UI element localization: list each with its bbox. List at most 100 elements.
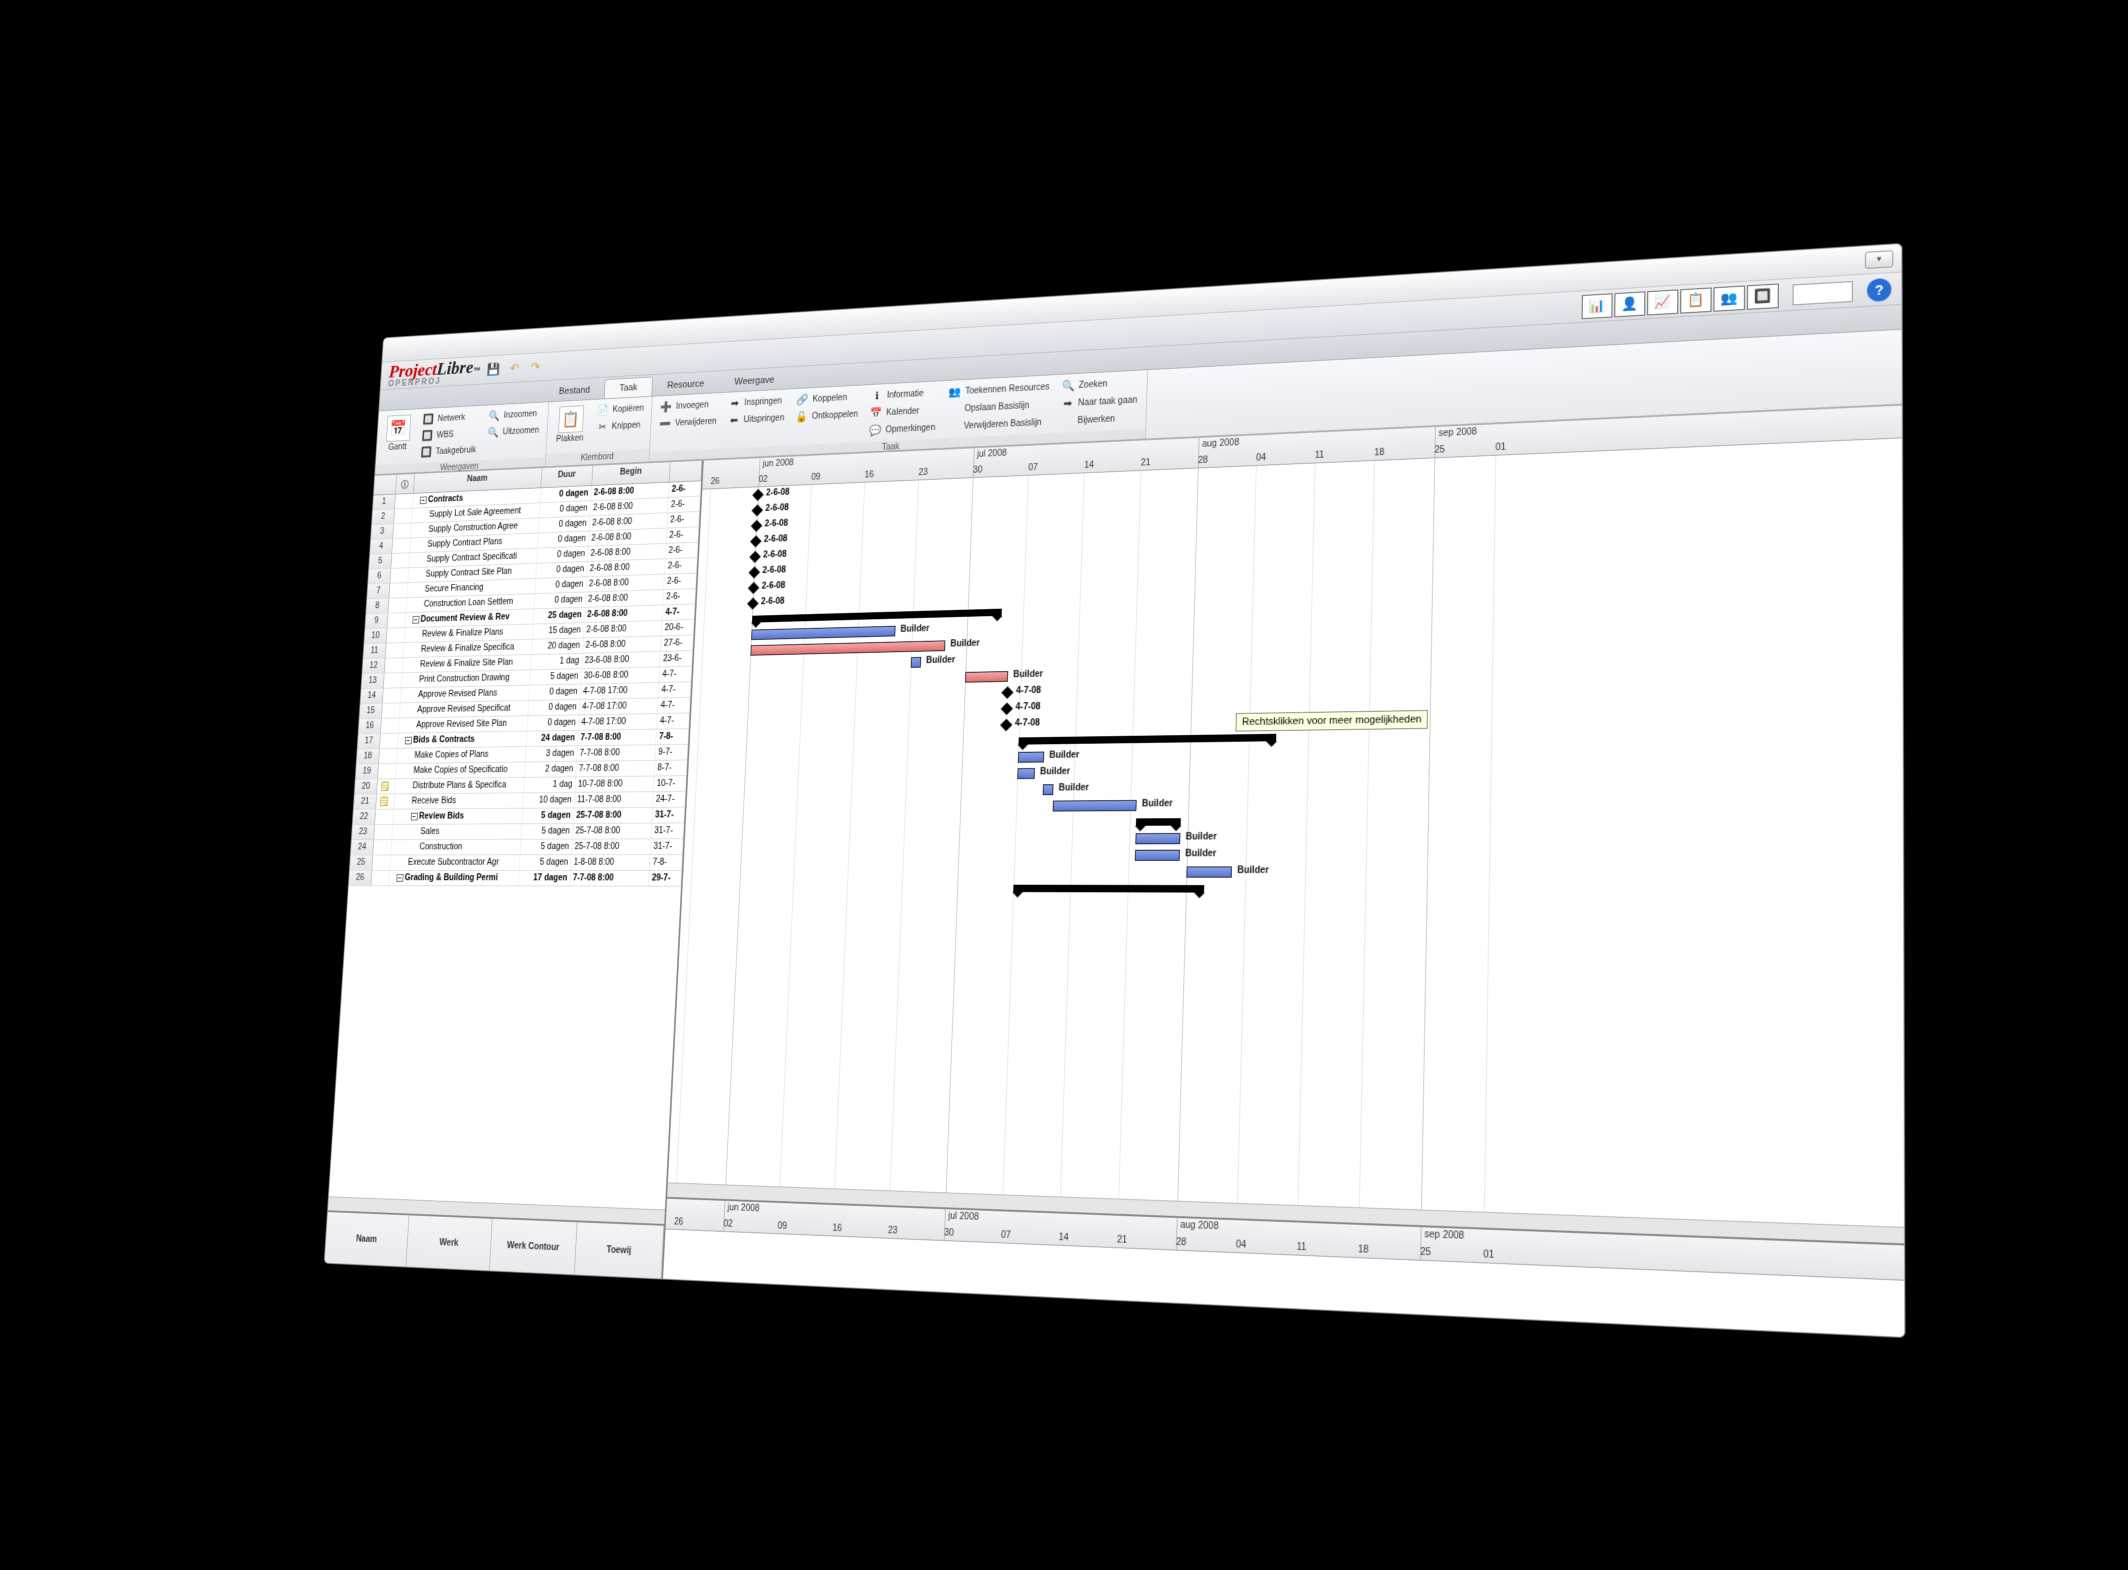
task-row[interactable]: 26−Grading & Building Permi17 dagen7-7-0… bbox=[349, 871, 682, 887]
milestone-label: 2-6-08 bbox=[764, 534, 788, 544]
ribbon-taakgebruik-button[interactable]: 🔲Taakgebruik bbox=[419, 442, 478, 460]
summary-bar[interactable] bbox=[752, 609, 1002, 623]
view-button-4[interactable]: 👥 bbox=[1713, 285, 1745, 311]
milestone-icon[interactable] bbox=[747, 597, 758, 609]
search-box[interactable] bbox=[1793, 281, 1853, 305]
ribbon-uitzoomen-button[interactable]: 🔍Uitzoomen bbox=[486, 423, 541, 441]
summary-bar[interactable] bbox=[1136, 818, 1181, 826]
ribbon-netwerk-button[interactable]: 🔲Netwerk bbox=[421, 409, 480, 427]
detail-col-toewij[interactable]: Toewij bbox=[575, 1222, 664, 1278]
task-bar[interactable] bbox=[750, 640, 945, 655]
milestone-icon[interactable] bbox=[749, 566, 760, 578]
ribbon-wbs-button[interactable]: 🔲WBS bbox=[420, 426, 479, 444]
view-button-2[interactable]: 📈 bbox=[1647, 289, 1678, 315]
save-icon[interactable]: 💾 bbox=[485, 361, 501, 378]
task-bar[interactable] bbox=[1053, 800, 1137, 812]
grid-body[interactable]: 1−Contracts0 dagen2-6-08 8:002-6-2Supply… bbox=[329, 481, 701, 1209]
outline-toggle-icon[interactable]: − bbox=[396, 874, 403, 882]
redo-icon[interactable]: ↷ bbox=[528, 358, 544, 375]
task-bar[interactable] bbox=[965, 671, 1008, 683]
ribbon-verwijderen-basislijn-button[interactable]: Verwijderen Basislijn bbox=[945, 414, 1050, 435]
bar-label: Builder bbox=[950, 639, 980, 650]
view-button-5[interactable]: 🔲 bbox=[1747, 283, 1779, 309]
view-button-0[interactable]: 📊 bbox=[1582, 293, 1613, 319]
ribbon-informatie-button[interactable]: ℹInformatie bbox=[868, 385, 938, 404]
view-button-3[interactable]: 📋 bbox=[1680, 287, 1711, 313]
task-bar[interactable] bbox=[911, 657, 922, 668]
bar-label: Builder bbox=[900, 624, 929, 634]
outline-toggle-icon[interactable]: − bbox=[412, 616, 419, 624]
view-button-1[interactable]: 👤 bbox=[1614, 291, 1645, 317]
day-tick: 26 bbox=[674, 1217, 684, 1227]
col-end[interactable] bbox=[670, 461, 703, 482]
task-bar[interactable] bbox=[751, 626, 895, 640]
ribbon-bijwerken-button[interactable]: Bijwerken bbox=[1058, 410, 1139, 430]
ribbon-knippen-button[interactable]: ✂Knippen bbox=[594, 417, 645, 435]
col-info[interactable]: ⓘ bbox=[396, 474, 415, 494]
day-tick: 30 bbox=[944, 1228, 954, 1239]
day-tick: 16 bbox=[832, 1223, 842, 1234]
ribbon-kopiëren-button[interactable]: 📄Kopiëren bbox=[595, 400, 646, 418]
milestone-icon[interactable] bbox=[752, 504, 763, 516]
help-button[interactable]: ? bbox=[1867, 277, 1891, 301]
task-row[interactable]: 24Construction5 dagen25-7-08 8:0031-7- bbox=[351, 839, 684, 855]
milestone-icon[interactable] bbox=[751, 520, 762, 532]
summary-bar[interactable] bbox=[1013, 885, 1204, 893]
day-tick: 07 bbox=[1028, 463, 1038, 473]
ribbon-verwijderen-button[interactable]: ➖Verwijderen bbox=[657, 413, 718, 431]
ribbon-gantt-button[interactable]: 📅Gantt bbox=[382, 413, 414, 455]
ribbon-inspringen-button[interactable]: ➡Inspringen bbox=[727, 393, 788, 411]
detail-col-werk contour[interactable]: Werk Contour bbox=[490, 1219, 578, 1275]
col-rownum[interactable] bbox=[374, 475, 397, 495]
detail-col-werk[interactable]: Werk bbox=[406, 1215, 492, 1270]
task-bar[interactable] bbox=[1043, 784, 1054, 795]
task-bar[interactable] bbox=[1135, 850, 1180, 861]
ribbon-zoeken-button[interactable]: 🔍Zoeken bbox=[1059, 374, 1139, 394]
milestone-label: 2-6-08 bbox=[762, 565, 786, 575]
undo-icon[interactable]: ↶ bbox=[506, 360, 522, 377]
window-menu-dropdown[interactable] bbox=[1865, 250, 1893, 269]
milestone-icon[interactable] bbox=[750, 535, 761, 547]
task-bar[interactable] bbox=[1186, 866, 1232, 877]
main-window: ProjectLibre™ OPENPROJ 💾 ↶ ↷ 📊👤📈📋👥🔲 ? Be… bbox=[324, 243, 1906, 1338]
milestone-label: 2-6-08 bbox=[765, 503, 789, 513]
ribbon-opmerkingen-button[interactable]: 💬Opmerkingen bbox=[867, 420, 937, 439]
task-bar[interactable] bbox=[1017, 768, 1035, 779]
milestone-icon[interactable] bbox=[749, 551, 760, 563]
outline-toggle-icon[interactable]: − bbox=[410, 813, 417, 821]
task-row[interactable]: 22−Review Bids5 dagen25-7-08 8:0031-7- bbox=[353, 808, 685, 825]
gantt-body[interactable]: Rechtsklikken voor meer mogelijkheden 2-… bbox=[668, 438, 1904, 1226]
menu-tab-resource[interactable]: Resource bbox=[652, 373, 720, 396]
ribbon-ontkoppelen-button[interactable]: 🔓Ontkoppelen bbox=[794, 406, 860, 425]
detail-col-naam[interactable]: Naam bbox=[325, 1212, 410, 1267]
milestone-icon[interactable] bbox=[748, 582, 759, 594]
col-begin[interactable]: Begin bbox=[592, 462, 671, 485]
outline-toggle-icon[interactable]: − bbox=[405, 737, 412, 745]
milestone-icon[interactable] bbox=[752, 489, 763, 501]
menu-tab-bestand[interactable]: Bestand bbox=[544, 379, 605, 401]
task-row[interactable]: 25Execute Subcontractor Agr5 dagen1-8-08… bbox=[350, 855, 683, 871]
menu-tab-taak[interactable]: Taak bbox=[604, 377, 653, 399]
ribbon-uitspringen-button[interactable]: ⬅Uitspringen bbox=[726, 410, 787, 428]
outline-toggle-icon[interactable]: − bbox=[420, 496, 427, 504]
col-duration[interactable]: Duur bbox=[541, 466, 593, 488]
milestone-icon[interactable] bbox=[1000, 719, 1012, 732]
ribbon-invoegen-button[interactable]: ➕Invoegen bbox=[658, 396, 719, 414]
month-label: aug 2008 bbox=[1202, 438, 1239, 450]
ribbon-plakken-button[interactable]: 📋Plakken bbox=[553, 403, 589, 446]
task-row[interactable]: 23Sales5 dagen25-7-08 8:0031-7- bbox=[352, 823, 685, 840]
task-bar[interactable] bbox=[1018, 752, 1044, 763]
note-icon: 🗒 bbox=[378, 796, 389, 807]
ribbon-inzoomen-button[interactable]: 🔍Inzoomen bbox=[487, 406, 542, 424]
milestone-icon[interactable] bbox=[1001, 702, 1013, 715]
ribbon-kalender-button[interactable]: 📅Kalender bbox=[868, 402, 938, 421]
bar-label: Builder bbox=[1040, 767, 1070, 777]
day-tick: 09 bbox=[777, 1221, 787, 1231]
summary-bar[interactable] bbox=[1018, 734, 1276, 745]
milestone-icon[interactable] bbox=[1001, 686, 1013, 699]
menu-tab-weergave[interactable]: Weergave bbox=[719, 369, 790, 392]
day-tick: 30 bbox=[973, 465, 983, 475]
task-bar[interactable] bbox=[1135, 833, 1180, 844]
ribbon-koppelen-button[interactable]: 🔗Koppelen bbox=[794, 389, 860, 408]
ribbon-naar-taak-gaan-button[interactable]: ➡Naar taak gaan bbox=[1059, 392, 1139, 412]
